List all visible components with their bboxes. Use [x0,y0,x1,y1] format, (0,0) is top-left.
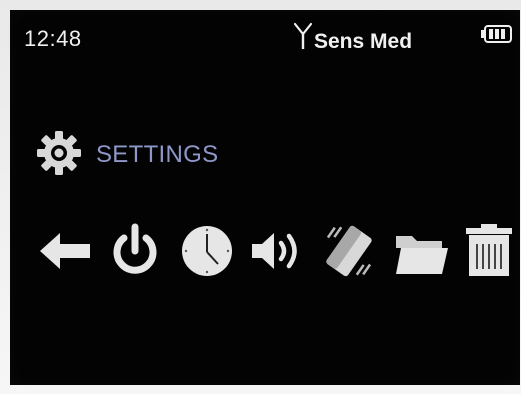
battery-icon [481,25,512,43]
folder-icon [396,236,448,274]
trash-icon [466,224,512,276]
vibrate-icon [326,225,372,277]
menu-item-power[interactable] [106,222,164,280]
antenna-icon [293,22,313,49]
operator-name: Sens Med [314,30,413,53]
menu-item-back[interactable] [36,222,94,280]
status-bar: 12:48 Sens Med [10,10,520,60]
menu-item-delete[interactable] [460,222,518,280]
clock-time: 12:48 [24,26,82,51]
menu-item-clock[interactable] [178,222,236,280]
menu-item-files[interactable] [392,222,450,280]
page-title: SETTINGS [96,141,219,168]
gear-icon [37,131,81,175]
menu-item-vibrate[interactable] [320,222,378,280]
clock-icon [182,226,232,276]
speaker-icon [252,233,297,269]
screen-header: SETTINGS [36,128,336,178]
device-screen: 12:48 Sens Med SETTINGS [10,10,520,385]
back-arrow-icon [40,233,90,269]
menu-item-sound[interactable] [248,222,306,280]
settings-menu [36,222,512,282]
power-icon [113,223,157,274]
